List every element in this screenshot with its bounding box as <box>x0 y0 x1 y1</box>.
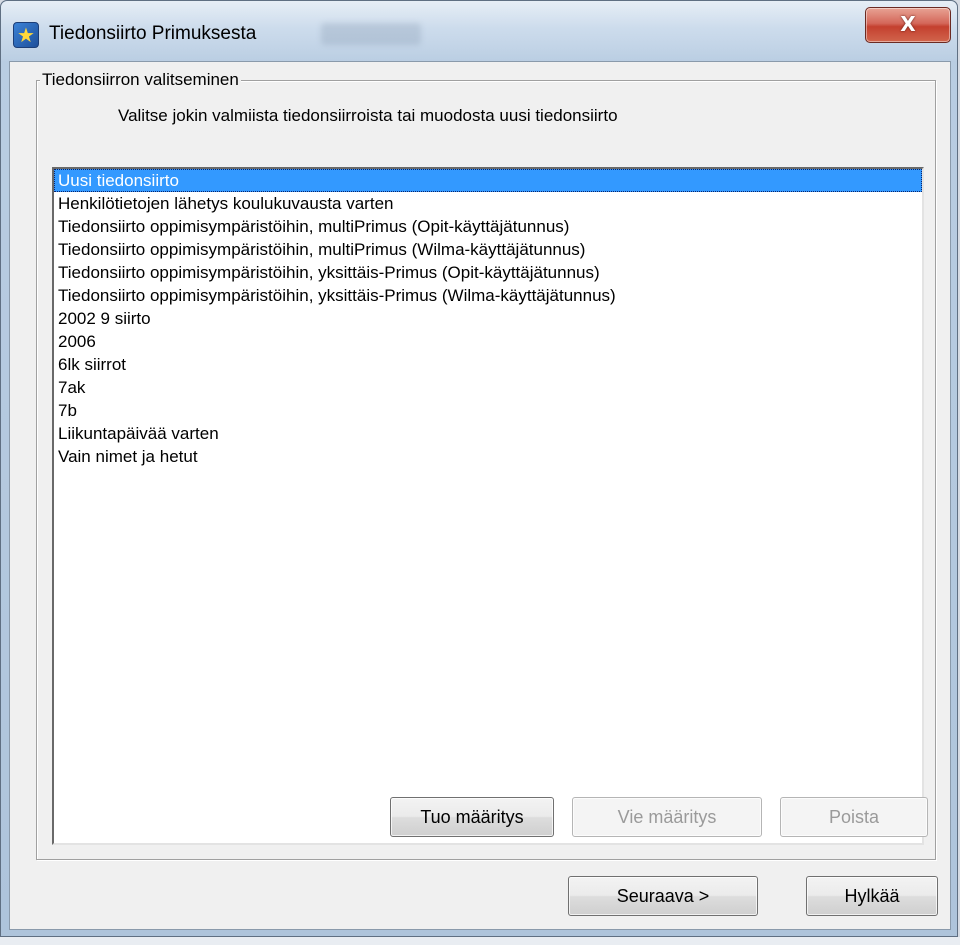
list-item[interactable]: Tiedonsiirto oppimisympäristöihin, multi… <box>54 238 922 261</box>
list-item[interactable]: 6lk siirrot <box>54 353 922 376</box>
list-item[interactable]: Tiedonsiirto oppimisympäristöihin, yksit… <box>54 284 922 307</box>
list-item[interactable]: Uusi tiedonsiirto <box>54 169 922 192</box>
groupbox-legend: Tiedonsiirron valitseminen <box>40 70 241 90</box>
next-button[interactable]: Seuraava > <box>568 876 758 916</box>
cancel-button[interactable]: Hylkää <box>806 876 938 916</box>
instruction-text: Valitse jokin valmiista tiedonsiirroista… <box>118 106 618 125</box>
close-icon[interactable]: X <box>865 7 951 43</box>
window-title: Tiedonsiirto Primuksesta <box>49 23 257 44</box>
list-item[interactable]: Tiedonsiirto oppimisympäristöihin, multi… <box>54 215 922 238</box>
list-item[interactable]: 7ak <box>54 376 922 399</box>
list-item[interactable]: 7b <box>54 399 922 422</box>
transfer-listbox[interactable]: Uusi tiedonsiirto Henkilötietojen lähetys… <box>52 167 924 845</box>
title-bar-background <box>321 23 421 45</box>
list-item[interactable]: 2006 <box>54 330 922 353</box>
dialog-window: ★ Tiedonsiirto Primuksesta X Tiedonsiirr… <box>0 0 958 937</box>
list-item[interactable]: Henkilötietojen lähetys koulukuvausta va… <box>54 192 922 215</box>
list-item[interactable]: Liikuntapäivää varten <box>54 422 922 445</box>
list-item[interactable]: Tiedonsiirto oppimisympäristöihin, yksit… <box>54 261 922 284</box>
export-definition-button[interactable]: Vie määritys <box>572 797 762 837</box>
star-icon: ★ <box>13 22 39 48</box>
list-item[interactable]: Vain nimet ja hetut <box>54 445 922 468</box>
dialog-client-area: Tiedonsiirron valitseminen Valitse jokin… <box>9 61 951 930</box>
list-item[interactable]: 2002 9 siirto <box>54 307 922 330</box>
import-definition-button[interactable]: Tuo määritys <box>390 797 554 837</box>
title-bar: ★ Tiedonsiirto Primuksesta X <box>1 1 957 61</box>
background-area <box>0 937 960 945</box>
delete-button[interactable]: Poista <box>780 797 928 837</box>
